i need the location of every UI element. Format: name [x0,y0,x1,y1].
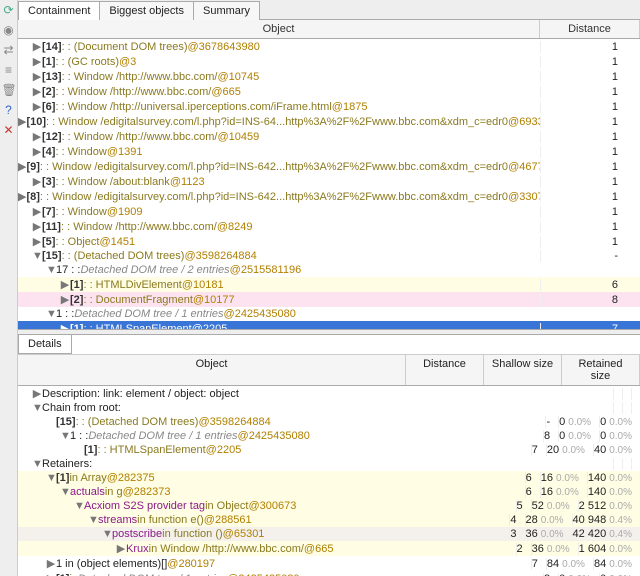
disclosure-icon[interactable]: ▼ [60,486,70,498]
disclosure-icon[interactable]: ▶ [116,542,126,555]
tree-row[interactable]: ▶[7] : : Window @19091 [18,204,640,219]
trash-icon[interactable]: 🗑 [2,83,16,97]
tab-biggest[interactable]: Biggest objects [99,1,194,20]
tree-row[interactable]: ▶[2] : : Window / http://www.bbc.com/ @6… [18,84,640,99]
disclosure-icon[interactable]: ▶ [32,40,42,53]
eye-icon[interactable]: ◉ [2,23,16,37]
detail-row[interactable]: ▶[1] in Detached DOM tree / 1 entries @2… [18,571,640,576]
link-icon[interactable]: ⇄ [2,43,16,57]
disclosure-icon[interactable]: ▶ [60,278,70,291]
dcol-retained[interactable]: Retained size [562,355,640,385]
disclosure-icon[interactable]: ▶ [32,175,42,188]
tree-row[interactable]: ▶[11] : : Window / http://www.bbc.com/ @… [18,219,640,234]
tab-summary[interactable]: Summary [193,1,260,20]
left-toolbar: ⟳ ◉ ⇄ ≡ 🗑 ? ✕ [0,0,18,576]
tree-row[interactable]: ▶[8] : : Window / edigitalsurvey.com/l.p… [18,189,640,204]
disclosure-icon[interactable]: ▶ [32,130,42,143]
detail-row[interactable]: ▼Retainers: [18,457,640,471]
view-tabs: Containment Biggest objects Summary [18,0,640,20]
tree-row[interactable]: ▼[15] : : (Detached DOM trees) @35982648… [18,249,640,263]
disclosure-icon[interactable]: ▶ [32,100,42,113]
details-header: Object Distance Shallow size Retained si… [18,354,640,386]
disclosure-icon[interactable]: ▼ [32,250,42,262]
detail-row[interactable]: ▼actuals in g @2823736160.0%1400.0% [18,485,640,499]
tab-details[interactable]: Details [18,335,72,354]
refresh-icon[interactable]: ⟳ [2,3,16,17]
tree-row[interactable]: ▶[4] : : Window @13911 [18,144,640,159]
disclosure-icon[interactable]: ▼ [46,308,56,320]
detail-row[interactable]: ▼Chain from root: [18,401,640,415]
detail-row[interactable]: ▶Description: link: element / object: ob… [18,386,640,401]
disclosure-icon[interactable]: ▼ [74,500,84,512]
disclosure-icon[interactable]: ▶ [32,387,42,400]
dcol-distance[interactable]: Distance [406,355,484,385]
disclosure-icon[interactable]: ▶ [46,557,56,570]
disclosure-icon[interactable]: ▶ [32,205,42,218]
tree-row[interactable]: ▶[3] : : Window / about:blank @11231 [18,174,640,189]
disclosure-icon[interactable]: ▼ [46,264,56,276]
tree-row[interactable]: ▶[13] : : Window / http://www.bbc.com/ @… [18,69,640,84]
disclosure-icon[interactable]: ▶ [60,322,70,329]
detail-row[interactable]: ▼postscribe in function () @653013360.0%… [18,527,640,541]
disclosure-icon[interactable]: ▼ [60,430,70,442]
detail-row[interactable]: ▼streams in function e() @2885614280.0%4… [18,513,640,527]
disclosure-icon[interactable]: ▶ [32,55,42,68]
tree-row[interactable]: ▶[2] : : DocumentFragment @101778 [18,292,640,307]
tree-row[interactable]: ▼1 : : Detached DOM tree / 1 entries @24… [18,307,640,321]
tree-row[interactable]: ▶[9] : : Window / edigitalsurvey.com/l.p… [18,159,640,174]
tree-row[interactable]: ▶[14] : : (Document DOM trees) @36786439… [18,39,640,54]
dcol-object[interactable]: Object [18,355,406,385]
disclosure-icon[interactable]: ▶ [18,190,26,203]
detail-row[interactable]: ▼Acxiom S2S provider tag in Object @3006… [18,499,640,513]
disclosure-icon[interactable]: ▶ [60,293,70,306]
tree-row[interactable]: ▶[1] : : HTMLDivElement @101816 [18,277,640,292]
close-icon[interactable]: ✕ [2,123,16,137]
detail-row[interactable]: [1]: : HTMLSpanElement @22057200.0%400.0… [18,443,640,457]
disclosure-icon[interactable]: ▶ [32,235,42,248]
disclosure-icon[interactable]: ▶ [46,572,56,576]
tree-row[interactable]: ▼17 : : Detached DOM tree / 2 entries @2… [18,263,640,277]
disclosure-icon[interactable]: ▼ [102,528,112,540]
tree-row[interactable]: ▶[1] : : HTMLSpanElement @22057 [18,321,640,329]
disclosure-icon[interactable]: ▼ [32,402,42,414]
detail-row[interactable]: ▶Krux in Window / http://www.bbc.com/ @6… [18,541,640,556]
splitter[interactable] [18,329,640,335]
col-distance[interactable]: Distance [540,20,640,38]
tree-row[interactable]: ▶[6] : : Window / http://universal.iperc… [18,99,640,114]
disclosure-icon[interactable]: ▶ [32,220,42,233]
tree-row[interactable]: ▶[5] : : Object @14511 [18,234,640,249]
disclosure-icon[interactable]: ▼ [88,514,98,526]
disclosure-icon[interactable]: ▶ [18,160,26,173]
tab-containment[interactable]: Containment [18,1,100,20]
disclosure-icon[interactable]: ▶ [32,145,42,158]
detail-row[interactable]: [15]: : (Detached DOM trees) @3598264884… [18,415,640,429]
help-icon[interactable]: ? [2,103,16,117]
tree-row[interactable]: ▶[1] : : (GC roots) @31 [18,54,640,69]
detail-row[interactable]: ▼[1] in Array @2823756160.0%1400.0% [18,471,640,485]
dcol-shallow[interactable]: Shallow size [484,355,562,385]
disclosure-icon[interactable]: ▶ [32,70,42,83]
object-tree[interactable]: ▶[14] : : (Document DOM trees) @36786439… [18,39,640,329]
top-header: Object Distance [18,20,640,39]
disclosure-icon[interactable]: ▶ [32,85,42,98]
filter-icon[interactable]: ≡ [2,63,16,77]
tree-row[interactable]: ▶[12] : : Window / http://www.bbc.com/ @… [18,129,640,144]
detail-row[interactable]: ▼1 : : Detached DOM tree / 1 entries @24… [18,429,640,443]
disclosure-icon[interactable]: ▶ [18,115,26,128]
tree-row[interactable]: ▶[10] : : Window / edigitalsurvey.com/l.… [18,114,640,129]
col-object[interactable]: Object [18,20,540,38]
detail-row[interactable]: ▶1 in (object elements)[] @2801977840.0%… [18,556,640,571]
disclosure-icon[interactable]: ▼ [32,458,42,470]
disclosure-icon[interactable]: ▼ [46,472,56,484]
details-tree[interactable]: ▶Description: link: element / object: ob… [18,386,640,576]
